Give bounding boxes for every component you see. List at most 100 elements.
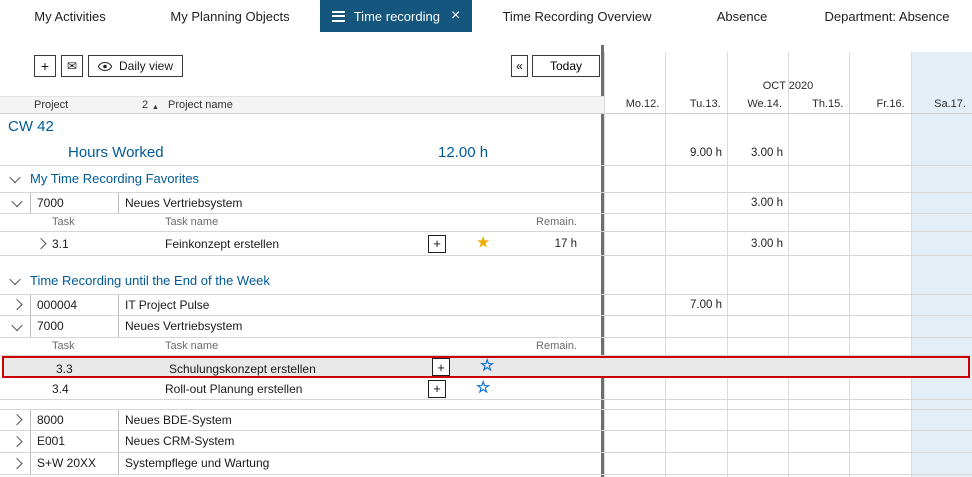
task-name: Feinkonzept erstellen — [165, 232, 279, 256]
tab-time-recording-overview[interactable]: Time Recording Overview — [472, 0, 682, 32]
tab-my-activities[interactable]: My Activities — [0, 0, 140, 32]
remain-column-header: Remain. — [500, 338, 577, 355]
expand-icon[interactable] — [11, 414, 22, 425]
task-header-row: Task Task name Remain. — [0, 338, 972, 356]
day-header-th: Th.15. — [788, 96, 849, 113]
column-header-project[interactable]: Project — [34, 97, 68, 113]
collapse-icon[interactable] — [11, 196, 22, 207]
task-header-row: Task Task name Remain. — [0, 214, 972, 232]
column-header-project-name[interactable]: Project name — [168, 97, 233, 113]
mail-button[interactable]: ✉ — [61, 55, 83, 77]
today-button[interactable]: Today — [532, 55, 600, 77]
add-time-entry-button[interactable]: + — [432, 358, 450, 376]
project-name-cell[interactable]: Neues Vertriebsystem — [119, 316, 604, 337]
previous-week-button[interactable]: « — [511, 55, 528, 77]
project-id-cell[interactable]: S+W 20XX — [30, 453, 119, 474]
view-mode-select[interactable]: Daily view — [88, 55, 183, 77]
favorite-star-outline-icon[interactable]: ☆ — [476, 380, 490, 396]
eow-section-title: Time Recording until the End of the Week — [30, 268, 270, 294]
add-time-entry-button[interactable]: + — [428, 380, 446, 398]
add-time-entry-button[interactable]: + — [428, 235, 446, 253]
expand-icon[interactable] — [11, 435, 22, 446]
task-name: Schulungskonzept erstellen — [169, 358, 316, 380]
task-id: 3.4 — [52, 378, 69, 400]
project-row-7000-fav[interactable]: 7000 Neues Vertriebsystem 3.00 h — [0, 192, 972, 214]
add-button[interactable]: + — [34, 55, 56, 77]
hours-worked-total: 12.00 h — [438, 140, 488, 166]
eye-icon — [98, 62, 112, 71]
time-recording-app: My Activities My Planning Objects Time r… — [0, 0, 972, 477]
project-row-000004[interactable]: 000004 IT Project Pulse 7.00 h — [0, 294, 972, 316]
tab-bar: My Activities My Planning Objects Time r… — [0, 0, 972, 32]
table-header: Project 2 ▲ Project name — [0, 96, 604, 114]
project-name-cell[interactable]: Neues Vertriebsystem — [119, 193, 604, 213]
hours-worked-row: Hours Worked 12.00 h 9.00 h 3.00 h — [0, 140, 972, 166]
expand-icon[interactable] — [11, 299, 22, 310]
project-name-cell[interactable]: Neues CRM-System — [119, 431, 604, 452]
favorites-section-title: My Time Recording Favorites — [30, 166, 199, 192]
favorites-section-header: My Time Recording Favorites — [0, 166, 972, 192]
hours-worked-label: Hours Worked — [68, 140, 164, 166]
project-row-7000[interactable]: 7000 Neues Vertriebsystem — [0, 316, 972, 338]
section-gap — [0, 256, 972, 268]
task-hours-we14[interactable]: 3.00 h — [727, 232, 783, 256]
task-id: 3.3 — [56, 358, 73, 380]
project-name-cell[interactable]: Systempflege und Wartung — [119, 453, 604, 474]
content: + ✉ Daily view « Today OCT 2020 Mo.12. T… — [0, 32, 972, 477]
collapse-icon[interactable] — [9, 172, 20, 183]
project-row-8000[interactable]: 8000 Neues BDE-System — [0, 409, 972, 431]
tab-my-planning-objects[interactable]: My Planning Objects — [140, 0, 320, 32]
table-body: CW 42 Hours Worked 12.00 h 9.00 h 3.00 h… — [0, 114, 972, 475]
task-column-header: Task — [52, 214, 75, 231]
week-row: CW 42 — [0, 114, 972, 140]
date-nav: « Today — [511, 55, 600, 77]
task-id: 3.1 — [52, 232, 69, 256]
project-id-cell[interactable]: 7000 — [30, 193, 119, 213]
project-name-cell[interactable]: IT Project Pulse — [119, 295, 604, 315]
week-title: CW 42 — [8, 114, 54, 140]
day-header-we: We.14. — [727, 96, 788, 113]
task-name-column-header: Task name — [165, 214, 218, 231]
task-row-3-4[interactable]: 3.4 Roll-out Planung erstellen + ☆ — [0, 378, 972, 400]
favorite-star-icon[interactable]: ★ — [476, 235, 490, 251]
project-row-e001[interactable]: E001 Neues CRM-System — [0, 431, 972, 453]
tab-time-recording[interactable]: Time recording × — [320, 0, 472, 32]
selected-task-row-3-3[interactable]: 3.3 Schulungskonzept erstellen + ☆ — [2, 356, 970, 378]
task-remaining-hours: 17 h — [500, 232, 577, 256]
menu-icon[interactable] — [332, 11, 345, 22]
day-header-row: Mo.12. Tu.13. We.14. Th.15. Fr.16. Sa.17… — [604, 96, 972, 114]
project-id-cell[interactable]: 8000 — [30, 410, 119, 430]
day-header-tu: Tu.13. — [665, 96, 726, 113]
project-row-sw20xx[interactable]: S+W 20XX Systempflege und Wartung — [0, 453, 972, 475]
sort-order-badge: 2 — [142, 97, 148, 113]
tab-absence[interactable]: Absence — [682, 0, 802, 32]
task-column-header: Task — [52, 338, 75, 355]
month-label: OCT 2020 — [604, 80, 972, 92]
project-name-cell[interactable]: Neues BDE-System — [119, 410, 604, 430]
day-header-mo: Mo.12. — [604, 96, 665, 113]
project-hours-we14[interactable]: 3.00 h — [727, 193, 783, 213]
hours-worked-we14[interactable]: 3.00 h — [727, 140, 783, 166]
project-id-cell[interactable]: 7000 — [30, 316, 119, 337]
tab-time-recording-label: Time recording — [354, 9, 440, 24]
tab-department-absence[interactable]: Department: Absence — [802, 0, 972, 32]
expand-icon[interactable] — [11, 457, 22, 468]
task-name: Roll-out Planung erstellen — [165, 378, 302, 400]
collapse-icon[interactable] — [9, 274, 20, 285]
expand-icon[interactable] — [35, 237, 46, 248]
remain-column-header: Remain. — [500, 214, 577, 231]
project-id-cell[interactable]: E001 — [30, 431, 119, 452]
view-mode-label: Daily view — [119, 59, 173, 73]
close-icon[interactable]: × — [451, 8, 460, 24]
favorite-star-outline-icon[interactable]: ☆ — [480, 359, 494, 375]
collapse-icon[interactable] — [11, 319, 22, 330]
project-id-cell[interactable]: 000004 — [30, 295, 119, 315]
task-name-column-header: Task name — [165, 338, 218, 355]
section-gap — [0, 400, 972, 409]
eow-section-header: Time Recording until the End of the Week — [0, 268, 972, 294]
hours-worked-tu13[interactable]: 9.00 h — [666, 140, 722, 166]
day-header-fr: Fr.16. — [849, 96, 910, 113]
toolbar: + ✉ Daily view — [34, 55, 183, 77]
task-row-3-1[interactable]: 3.1 Feinkonzept erstellen + ★ 17 h 3.00 … — [0, 232, 972, 256]
project-hours-tu13[interactable]: 7.00 h — [666, 295, 722, 315]
